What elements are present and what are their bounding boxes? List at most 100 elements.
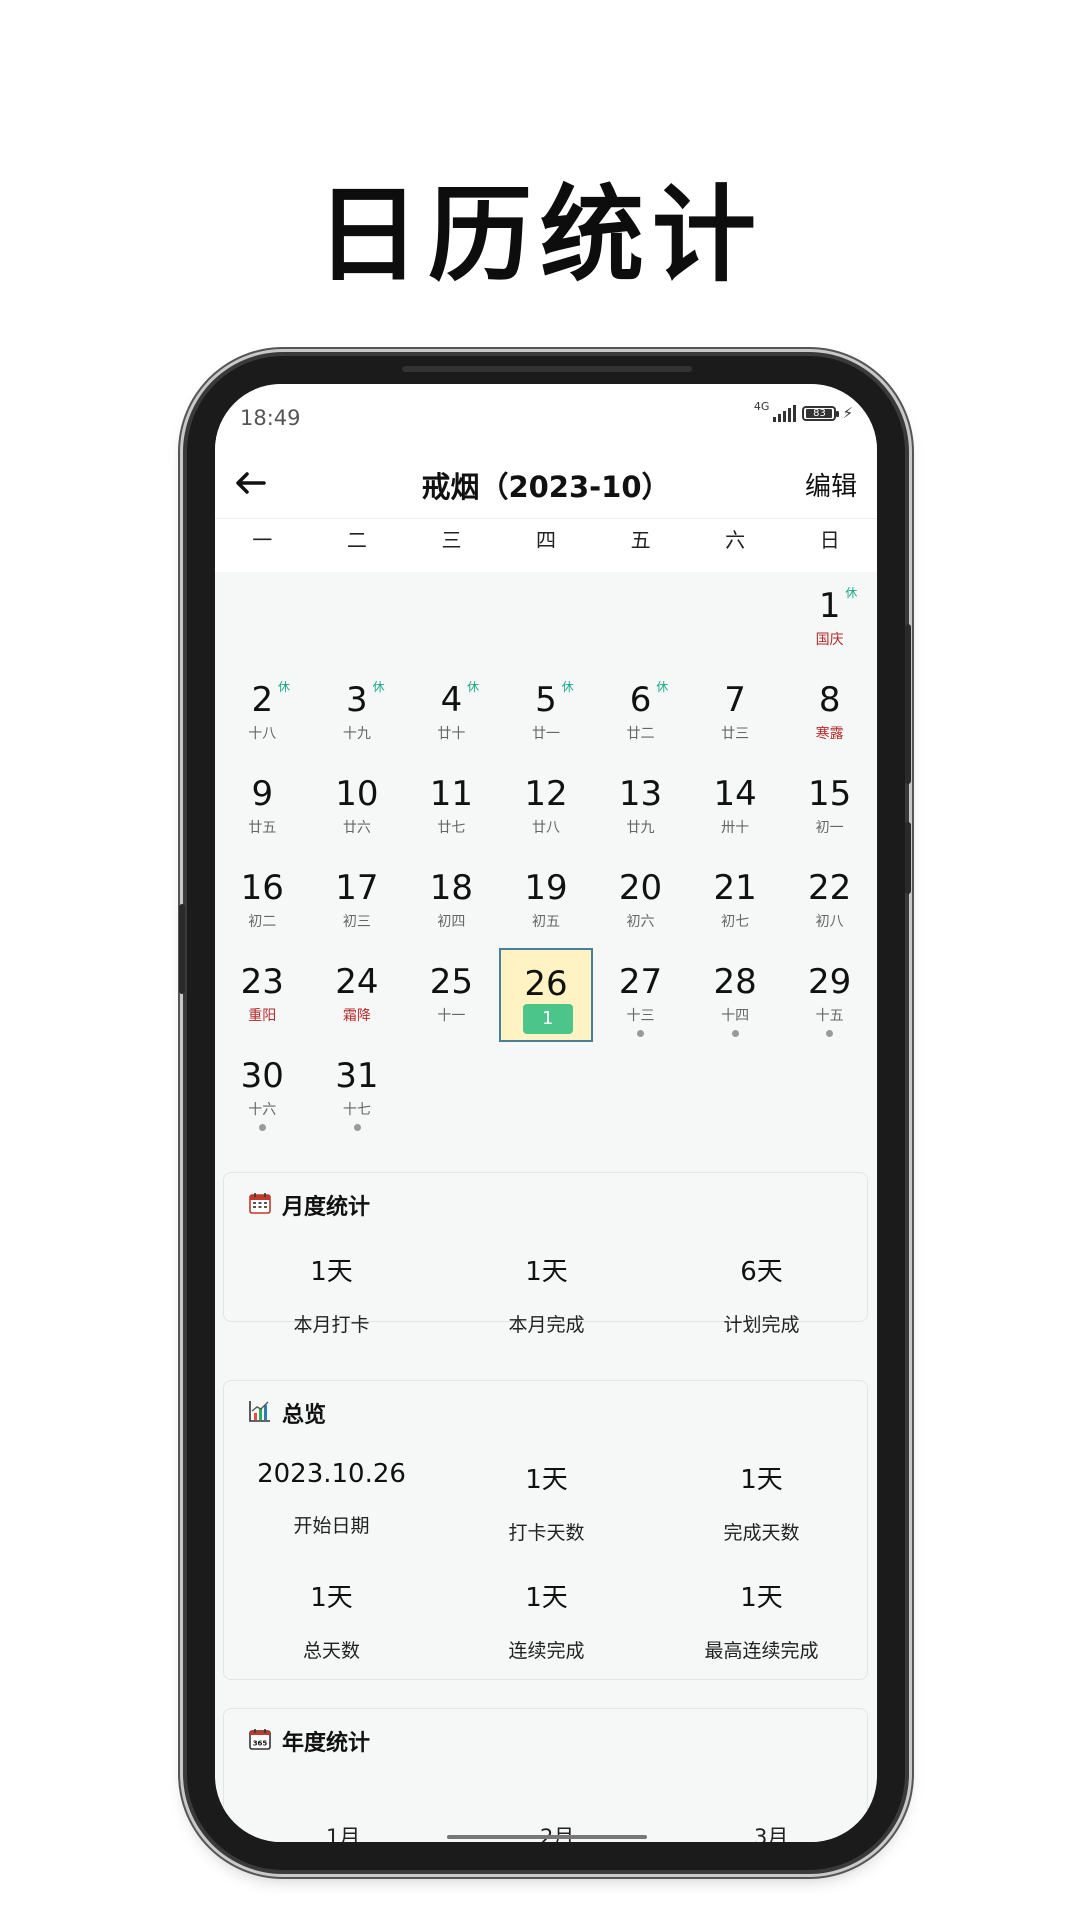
- battery-level: 83: [806, 408, 833, 418]
- calendar-day[interactable]: 20 初六: [593, 854, 688, 948]
- calendar-grid: 1 国庆休 2 十八休 3 十九休 4 廿十休 5 廿一休 6 廿二休 7 廿三 8 寒露 9 廿五 10 廿六 11 廿…: [215, 572, 877, 1136]
- stat-checkin-days: 1天 打卡天数: [439, 1459, 654, 1545]
- chart-icon: [249, 1401, 270, 1422]
- calendar-day[interactable]: 12 廿八: [499, 760, 594, 854]
- calendar-day[interactable]: 16 初二: [215, 854, 310, 948]
- day-number: 11: [429, 774, 474, 814]
- calendar-day[interactable]: 8 寒露: [782, 666, 877, 760]
- calendar-day[interactable]: 9 廿五: [215, 760, 310, 854]
- lunar-date: 廿五: [248, 820, 277, 836]
- side-button-right-1: [905, 624, 911, 784]
- festival-label: 国庆: [815, 632, 844, 648]
- calendar-day[interactable]: 19 初五: [499, 854, 594, 948]
- plan-dot: [731, 1030, 739, 1037]
- calendar-day[interactable]: 29 十五: [782, 948, 877, 1042]
- lunar-date: 十一: [437, 1008, 466, 1024]
- calendar-day[interactable]: 22 初八: [782, 854, 877, 948]
- festival-label: 寒露: [815, 726, 844, 742]
- calendar-day[interactable]: 3 十九 休: [310, 666, 405, 760]
- stat-label: 本月完成: [508, 1314, 585, 1336]
- lunar-date: 十八: [248, 726, 277, 742]
- stat-value: 1天: [740, 1583, 783, 1613]
- day-number: 18: [429, 868, 474, 908]
- lunar-date: 十三: [626, 1008, 655, 1024]
- calendar-week-row: 16 初二 17 初三 18 初四 19 初五 20 初六 21 初七 22 初八: [215, 854, 877, 948]
- stat-plan-completed: 6天 计划完成: [654, 1251, 869, 1337]
- stat-value: 1天: [310, 1257, 353, 1287]
- weekday-header: 一二三四五六日: [215, 518, 877, 561]
- calendar-day[interactable]: 25 十一: [404, 948, 499, 1042]
- speaker-grille: [402, 366, 692, 372]
- battery-icon: 83: [802, 405, 840, 421]
- day-number: 5: [535, 680, 557, 720]
- calendar-day[interactable]: 7 廿三: [688, 666, 783, 760]
- calendar-day[interactable]: 27 十三: [593, 948, 688, 1042]
- calendar-empty-cell: [593, 1042, 688, 1136]
- home-indicator: [447, 1835, 647, 1839]
- calendar-day[interactable]: 6 廿二 休: [593, 666, 688, 760]
- day-number: 19: [524, 868, 568, 908]
- plan-dot: [637, 1030, 645, 1037]
- lunar-date: 初二: [248, 914, 277, 930]
- calendar-day[interactable]: 18 初四: [404, 854, 499, 948]
- stat-label: 开始日期: [293, 1515, 370, 1537]
- calendar-day[interactable]: 2 十八 休: [215, 666, 310, 760]
- calendar-day[interactable]: 1 国庆 休: [782, 572, 877, 666]
- lunar-date: 初四: [437, 914, 466, 930]
- calendar-week-row: 23 重阳 24 霜降 25 十一 26 1 27 十三 28 十四 29 十五: [215, 948, 877, 1042]
- lunar-date: 初七: [721, 914, 750, 930]
- calendar-day[interactable]: 5 廿一 休: [499, 666, 594, 760]
- monthly-stats-card: 月度统计 1天 本月打卡 1天 本月完成 6天 计划完成: [223, 1172, 868, 1336]
- calendar-day[interactable]: 31 十七: [310, 1042, 405, 1136]
- calendar-day[interactable]: 21 初七: [688, 854, 783, 948]
- day-number: 29: [808, 962, 852, 1002]
- day-number: 31: [335, 1056, 379, 1096]
- lunar-date: 廿七: [437, 820, 466, 836]
- lunar-date: 卅十: [721, 820, 750, 836]
- calendar-week-row: 30 十六 31 十七: [215, 1042, 877, 1136]
- status-icons: 4G 83 ⚡: [754, 400, 853, 422]
- lunar-date: 廿三: [721, 726, 750, 742]
- calendar-day-today[interactable]: 26 1: [498, 948, 594, 1042]
- calendar-day[interactable]: 17 初三: [310, 854, 405, 948]
- calendar-365-icon: 365: [249, 1729, 271, 1750]
- stat-value: 1天: [310, 1583, 353, 1613]
- stat-value: 1天: [525, 1583, 568, 1613]
- screen: 18:49 4G 83 ⚡ 戒烟（2023-10） 编辑 一二三四五六日 1 国庆: [215, 384, 877, 1842]
- calendar-day[interactable]: 13 廿九: [593, 760, 688, 854]
- calendar-empty-cell: [782, 1042, 877, 1136]
- calendar-empty-cell: [688, 1042, 783, 1136]
- stat-label: 最高连续完成: [704, 1640, 819, 1662]
- calendar-empty-cell: [404, 572, 499, 666]
- weekday-label: 五: [630, 528, 651, 552]
- plan-dot: [259, 1124, 266, 1131]
- holiday-rest-tag: 休: [561, 680, 574, 694]
- lunar-date: 初六: [626, 914, 655, 930]
- calendar-day[interactable]: 15 初一: [782, 760, 877, 854]
- calendar-day[interactable]: 28 十四: [688, 948, 783, 1042]
- day-number: 14: [713, 774, 757, 814]
- calendar-day[interactable]: 11 廿七: [404, 760, 499, 854]
- calendar-day[interactable]: 4 廿十 休: [404, 666, 499, 760]
- stat-value: 1天: [525, 1465, 568, 1495]
- day-number: 3: [346, 680, 368, 720]
- day-number: 9: [251, 774, 274, 814]
- holiday-rest-tag: 休: [845, 586, 858, 600]
- day-number: 20: [618, 868, 663, 908]
- calendar-day[interactable]: 24 霜降: [310, 948, 405, 1042]
- calendar-day[interactable]: 14 卅十: [688, 760, 783, 854]
- stat-label: 连续完成: [508, 1640, 585, 1662]
- calendar-day[interactable]: 23 重阳: [215, 948, 310, 1042]
- month-label: 3月: [754, 1825, 789, 1842]
- stat-label: 打卡天数: [508, 1522, 585, 1544]
- stat-value: 6天: [740, 1257, 783, 1287]
- calendar-week-row: 1 国庆 休: [215, 572, 877, 666]
- calendar-day[interactable]: 30 十六: [215, 1042, 310, 1136]
- stat-month-completed: 1天 本月完成: [439, 1251, 654, 1337]
- edit-button[interactable]: 编辑: [805, 466, 857, 503]
- side-button-left: [179, 904, 185, 994]
- weekday-label: 日: [819, 528, 840, 552]
- calendar-day[interactable]: 10 廿六: [310, 760, 405, 854]
- calendar-week-row: 2 十八休 3 十九休 4 廿十休 5 廿一休 6 廿二休 7 廿三 8 寒露: [215, 666, 877, 760]
- stat-total-days: 1天 总天数: [224, 1577, 439, 1663]
